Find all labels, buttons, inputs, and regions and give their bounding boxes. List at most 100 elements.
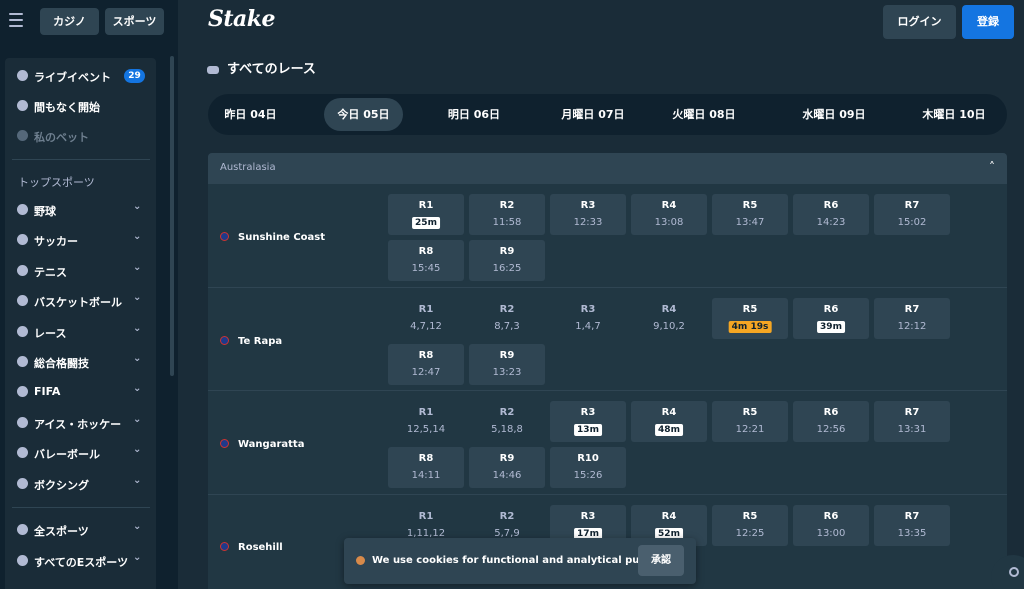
live-count-badge: 29 [124, 69, 145, 83]
sidebar-item-label: レース [34, 326, 67, 340]
race-cell[interactable]: R5 4m 19s [712, 298, 788, 339]
cookie-accept-button[interactable]: 承認 [638, 545, 684, 576]
basketball-icon [17, 295, 28, 307]
sports-tab[interactable]: スポーツ [105, 8, 164, 35]
sidebar-item-label: バレーボール [34, 448, 100, 462]
date-tab[interactable]: 月曜日 07日 [544, 98, 642, 131]
race-number: R7 [904, 200, 920, 211]
all-sports-icon [17, 524, 28, 535]
race-number: R9 [499, 246, 515, 257]
date-tab[interactable]: 火曜日 08日 [654, 98, 754, 131]
sidebar-item-label: ボクシング [34, 478, 89, 492]
casino-tab[interactable]: カジノ [40, 8, 99, 35]
sidebar-item-label: サッカー [34, 235, 78, 249]
race-cell[interactable]: R6 14:23 [793, 194, 869, 235]
race-cell[interactable]: R6 12:56 [793, 401, 869, 442]
region-header[interactable]: Australasia ˄ [208, 153, 1007, 183]
sidebar-heading: トップスポーツ [18, 176, 95, 189]
cookie-icon [356, 556, 365, 565]
sidebar-item[interactable]: 間もなく開始 [12, 96, 146, 116]
track-name[interactable]: Sunshine Coast [220, 232, 325, 243]
race-cell[interactable]: R6 39m [793, 298, 869, 339]
race-cell[interactable]: R5 13:47 [712, 194, 788, 235]
race-cell[interactable]: R10 15:26 [550, 447, 626, 488]
track-name[interactable]: Te Rapa [220, 336, 282, 347]
sidebar-item[interactable]: 私のベット [12, 126, 146, 146]
sidebar-item[interactable]: ボクシング ⌄ [12, 474, 146, 494]
race-time: 13:23 [492, 367, 522, 378]
race-cell[interactable]: R3 13m [550, 401, 626, 442]
race-time: 12:33 [573, 217, 603, 228]
track-name-label: Sunshine Coast [238, 232, 326, 243]
race-number: R7 [904, 304, 920, 315]
date-tab[interactable]: 木曜日 10日 [907, 98, 1001, 131]
race-result: 8,7,3 [494, 321, 520, 332]
sidebar-item[interactable]: ライブイベント 29 [12, 66, 146, 86]
track-name[interactable]: Rosehill [220, 542, 283, 553]
race-cell[interactable]: R1 25m [388, 194, 464, 235]
sidebar-item-label: 全スポーツ [34, 525, 89, 538]
race-number: R8 [418, 350, 434, 361]
race-time: 12:25 [735, 528, 765, 539]
race-number: R7 [904, 407, 920, 418]
race-cell[interactable]: R7 15:02 [874, 194, 950, 235]
stopwatch-icon [17, 100, 28, 111]
race-cell[interactable]: R2 5,18,8 [469, 401, 545, 442]
chevron-down-icon: ⌄ [133, 474, 142, 486]
race-cell[interactable]: R3 1,4,7 [550, 298, 626, 339]
race-cell[interactable]: R7 12:12 [874, 298, 950, 339]
sidebar-scrollbar[interactable] [170, 56, 174, 376]
sidebar-item[interactable]: バスケットボール ⌄ [12, 291, 146, 311]
race-cell[interactable]: R4 13:08 [631, 194, 707, 235]
date-tab[interactable]: 昨日 04日 [214, 98, 287, 131]
sidebar-item[interactable]: すべてのEスポーツ ⌄ [12, 551, 146, 571]
race-cell[interactable]: R1 12,5,14 [388, 401, 464, 442]
register-button[interactable]: 登録 [962, 5, 1014, 39]
sidebar-item[interactable]: アイス・ホッケー ⌄ [12, 413, 146, 433]
race-cell[interactable]: R7 13:35 [874, 505, 950, 546]
race-cell[interactable]: R2 11:58 [469, 194, 545, 235]
race-time: 16:25 [492, 263, 522, 274]
race-number: R1 [418, 200, 434, 211]
sidebar-item[interactable]: 全スポーツ ⌄ [12, 520, 146, 540]
race-number: R3 [580, 200, 596, 211]
race-time: 14:23 [816, 217, 846, 228]
race-cell[interactable]: R8 14:11 [388, 447, 464, 488]
sidebar-item[interactable]: 野球 ⌄ [12, 200, 146, 220]
sidebar-item[interactable]: テニス ⌄ [12, 261, 146, 281]
top-left-panel: カジノ スポーツ [0, 0, 178, 46]
race-cell[interactable]: R4 48m [631, 401, 707, 442]
race-number: R6 [823, 407, 839, 418]
race-cell[interactable]: R2 8,7,3 [469, 298, 545, 339]
race-cell[interactable]: R8 12:47 [388, 344, 464, 385]
sidebar-item[interactable]: バレーボール ⌄ [12, 443, 146, 463]
date-tab[interactable]: 明日 06日 [434, 98, 514, 131]
sidebar-item[interactable]: FIFA ⌄ [12, 382, 146, 402]
race-cell[interactable]: R6 13:00 [793, 505, 869, 546]
stake-logo[interactable]: Stake [208, 6, 276, 32]
date-tab[interactable]: 今日 05日 [324, 98, 403, 131]
horse-icon [207, 65, 219, 74]
tennis-icon [17, 264, 28, 276]
hamburger-menu-icon[interactable] [9, 13, 23, 29]
chevron-up-icon[interactable]: ˄ [989, 160, 995, 174]
race-time: 14:11 [411, 470, 441, 481]
track-name[interactable]: Wangaratta [220, 439, 304, 450]
race-cell[interactable]: R9 14:46 [469, 447, 545, 488]
race-cell[interactable]: R1 4,7,12 [388, 298, 464, 339]
sidebar-item[interactable]: レース ⌄ [12, 322, 146, 342]
race-cell[interactable]: R9 16:25 [469, 240, 545, 281]
date-tab[interactable]: 水曜日 09日 [784, 98, 884, 131]
race-time: 13:31 [897, 424, 927, 435]
region-title: Australasia [220, 162, 276, 173]
race-cell[interactable]: R5 12:21 [712, 401, 788, 442]
race-cell[interactable]: R5 12:25 [712, 505, 788, 546]
race-cell[interactable]: R3 12:33 [550, 194, 626, 235]
race-cell[interactable]: R9 13:23 [469, 344, 545, 385]
sidebar-item[interactable]: 総合格闘技 ⌄ [12, 352, 146, 372]
race-cell[interactable]: R7 13:31 [874, 401, 950, 442]
race-cell[interactable]: R4 9,10,2 [631, 298, 707, 339]
sidebar-item[interactable]: サッカー ⌄ [12, 230, 146, 250]
race-cell[interactable]: R8 15:45 [388, 240, 464, 281]
login-button[interactable]: ログイン [883, 5, 956, 39]
